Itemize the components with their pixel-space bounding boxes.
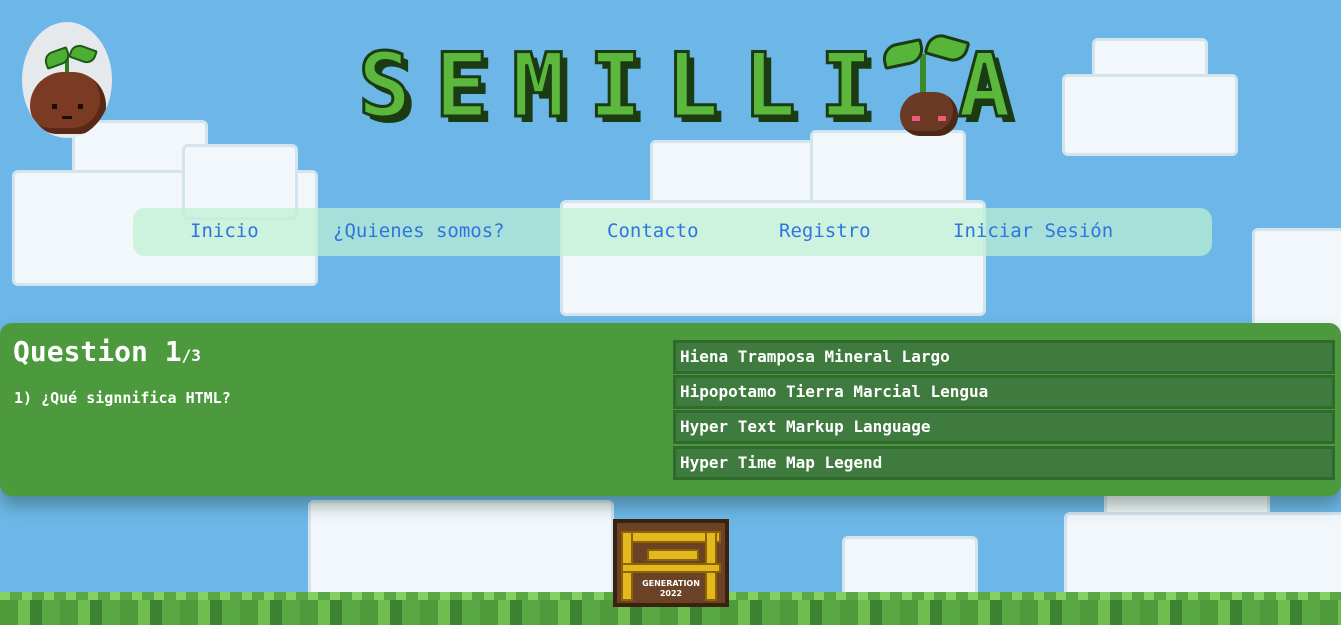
cloud-bottom-left — [308, 480, 614, 596]
nav-inicio[interactable]: Inicio — [190, 220, 259, 242]
answer-option-3[interactable]: Hyper Text Markup Language — [673, 410, 1335, 444]
question-panel: Question 1/3 1) ¿Qué signnifica HTML? Hi… — [0, 323, 1341, 496]
sprout-icon — [878, 30, 971, 136]
cloud-right-edge — [1232, 228, 1341, 334]
site-title: SEMILLI A — [357, 30, 1058, 137]
badge-line-2: 2022 — [659, 589, 683, 598]
generation-chest-badge: GENERATION 2022 — [613, 519, 729, 607]
question-number: Question 1 — [13, 335, 182, 368]
question-heading: Question 1/3 — [13, 335, 201, 368]
main-nav: Inicio ¿Quienes somos? Contacto Registro… — [133, 208, 1212, 256]
nav-iniciar-sesion[interactable]: Iniciar Sesión — [953, 220, 1113, 242]
question-total: /3 — [181, 346, 201, 365]
site-title-suffix: A — [957, 34, 1035, 137]
nav-registro[interactable]: Registro — [779, 220, 871, 242]
cloud-bottom-mid — [842, 536, 978, 598]
nav-quienes-somos[interactable]: ¿Quienes somos? — [333, 220, 505, 242]
badge-line-1: GENERATION — [642, 579, 700, 588]
answer-option-1[interactable]: Hiena Tramposa Mineral Largo — [673, 340, 1335, 374]
cloud-top-right — [1062, 38, 1238, 156]
seed-avatar-logo[interactable] — [22, 22, 112, 138]
cloud-left — [12, 120, 318, 286]
answer-option-2[interactable]: Hipopotamo Tierra Marcial Lengua — [673, 375, 1335, 409]
question-text: 1) ¿Qué signnifica HTML? — [14, 389, 231, 407]
site-title-text: SEMILLI — [357, 34, 897, 137]
nav-contacto[interactable]: Contacto — [607, 220, 699, 242]
answer-option-4[interactable]: Hyper Time Map Legend — [673, 446, 1335, 480]
